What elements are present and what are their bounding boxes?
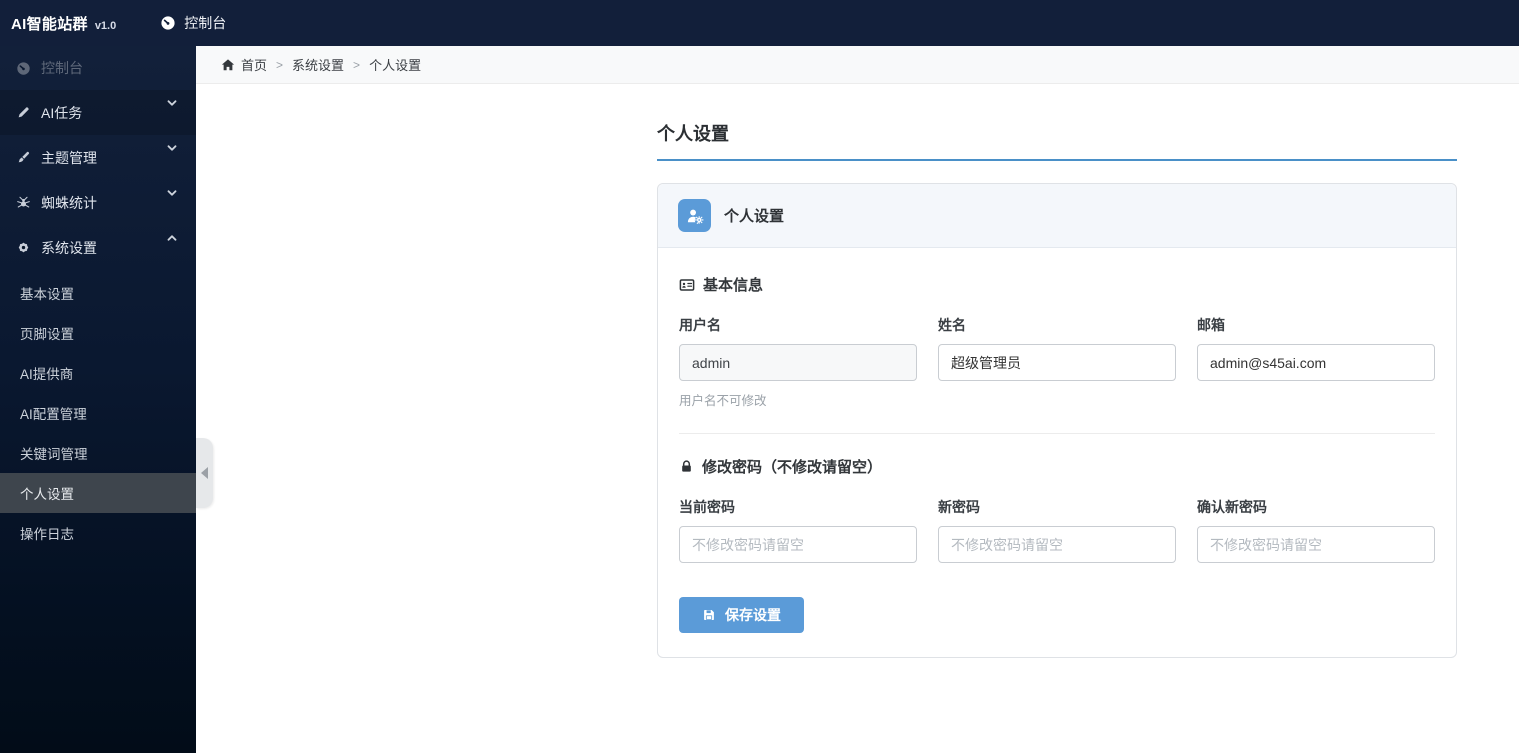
confirm-password-input[interactable] xyxy=(1197,526,1435,563)
username-field-group: 用户名 用户名不可修改 xyxy=(679,315,917,409)
password-section-title: 修改密码（不修改请留空） xyxy=(702,459,883,476)
tachometer-icon xyxy=(16,61,31,76)
sidebar-item-console[interactable]: 控制台 xyxy=(0,46,196,90)
chevron-left-icon xyxy=(201,467,208,479)
submenu-item-personal-settings[interactable]: 个人设置 xyxy=(0,473,196,513)
tachometer-icon xyxy=(160,15,176,31)
app-brand: AI智能站群 v1.0 xyxy=(11,13,116,34)
main-content: 首页 > 系统设置 > 个人设置 个人设置 个人设置 基本信息 用户名 admi… xyxy=(196,46,1519,753)
pen-icon xyxy=(16,105,31,120)
breadcrumb-home-link[interactable]: 首页 xyxy=(221,55,267,74)
current-password-label: 当前密码 xyxy=(679,499,735,515)
name-input[interactable] xyxy=(938,344,1176,381)
email-label: 邮箱 xyxy=(1197,317,1225,333)
sidebar-item-ai-tasks[interactable]: AI任务 xyxy=(0,90,196,135)
chevron-down-icon xyxy=(165,96,179,110)
submenu-item-label: 个人设置 xyxy=(20,487,74,502)
topnav-console[interactable]: 控制台 xyxy=(152,0,234,46)
submenu-item-label: AI配置管理 xyxy=(20,407,87,422)
sidebar-item-spider-stats[interactable]: 蜘蛛统计 xyxy=(0,180,196,225)
section-divider xyxy=(679,433,1435,434)
submenu-item-ai-providers[interactable]: AI提供商 xyxy=(0,353,196,393)
breadcrumb-separator: > xyxy=(276,57,284,72)
submenu-item-basic-settings[interactable]: 基本设置 xyxy=(0,273,196,313)
password-heading: 修改密码（不修改请留空） xyxy=(679,456,1435,477)
sidebar-item-label: 系统设置 xyxy=(41,239,97,256)
submenu-item-operation-log[interactable]: 操作日志 xyxy=(0,513,196,553)
new-password-input[interactable] xyxy=(938,526,1176,563)
home-icon xyxy=(221,58,235,72)
page-title: 个人设置 xyxy=(657,120,1457,161)
submenu-item-label: 关键词管理 xyxy=(20,447,88,462)
spider-icon xyxy=(16,195,31,210)
submenu-item-label: 操作日志 xyxy=(20,527,74,542)
topbar: AI智能站群 v1.0 控制台 xyxy=(0,0,1519,46)
name-label: 姓名 xyxy=(938,317,966,333)
breadcrumb-section-label: 系统设置 xyxy=(292,58,345,73)
system-settings-submenu: 基本设置 页脚设置 AI提供商 AI配置管理 关键词管理 个人设置 操作日志 xyxy=(0,270,196,553)
card-body: 基本信息 用户名 用户名不可修改 姓名 邮箱 xyxy=(658,248,1456,657)
topnav-console-label: 控制台 xyxy=(184,15,227,31)
user-cog-icon xyxy=(678,199,711,232)
name-field-group: 姓名 xyxy=(938,315,1176,409)
brush-icon xyxy=(16,150,31,165)
email-input[interactable] xyxy=(1197,344,1435,381)
save-settings-label: 保存设置 xyxy=(725,607,781,623)
username-help-text: 用户名不可修改 xyxy=(679,394,767,408)
chevron-up-icon xyxy=(165,231,179,245)
lock-icon xyxy=(679,459,694,474)
basic-info-heading: 基本信息 xyxy=(679,274,1435,295)
app-title: AI智能站群 xyxy=(11,15,88,33)
settings-page: 个人设置 个人设置 基本信息 用户名 admin 用户名不可修改 姓名 超级管理… xyxy=(657,84,1457,658)
sidebar-collapse-handle[interactable] xyxy=(196,438,213,508)
chevron-down-icon xyxy=(165,141,179,155)
breadcrumb-section-link[interactable]: 系统设置 xyxy=(292,55,344,74)
sidebar-item-label: 蜘蛛统计 xyxy=(41,194,97,211)
submenu-item-label: 页脚设置 xyxy=(20,327,74,342)
new-password-field-group: 新密码 xyxy=(938,497,1176,563)
gear-icon xyxy=(16,240,31,255)
breadcrumb: 首页 > 系统设置 > 个人设置 xyxy=(196,46,1519,84)
id-card-icon xyxy=(679,277,695,293)
basic-info-title: 基本信息 xyxy=(703,277,764,294)
breadcrumb-home-label: 首页 xyxy=(241,58,268,73)
save-settings-button[interactable]: 保存设置 xyxy=(679,597,804,633)
submenu-item-keyword-management[interactable]: 关键词管理 xyxy=(0,433,196,473)
save-icon xyxy=(702,608,716,622)
sidebar-item-label: AI任务 xyxy=(41,104,83,121)
confirm-password-field-group: 确认新密码 xyxy=(1197,497,1435,563)
chevron-down-icon xyxy=(165,186,179,200)
confirm-password-label: 确认新密码 xyxy=(1197,499,1267,515)
username-label: 用户名 xyxy=(679,317,721,333)
card-header-title: 个人设置 xyxy=(724,208,785,225)
basic-fields-row: 用户名 用户名不可修改 姓名 邮箱 xyxy=(679,315,1435,409)
new-password-label: 新密码 xyxy=(938,499,980,515)
card-header: 个人设置 xyxy=(658,184,1456,248)
sidebar-item-system-settings[interactable]: 系统设置 xyxy=(0,225,196,270)
email-field-group: 邮箱 xyxy=(1197,315,1435,409)
sidebar-item-theme-management[interactable]: 主题管理 xyxy=(0,135,196,180)
sidebar-item-label: 控制台 xyxy=(41,60,83,76)
sidebar-item-label: 主题管理 xyxy=(41,149,97,166)
sidebar: 控制台 AI任务 主题管理 蜘蛛统计 系统设置 基本设置 页脚设置 AI提供商 … xyxy=(0,46,196,753)
password-fields-row: 当前密码 新密码 确认新密码 xyxy=(679,497,1435,563)
submenu-item-footer-settings[interactable]: 页脚设置 xyxy=(0,313,196,353)
submenu-item-label: AI提供商 xyxy=(20,367,74,382)
submenu-item-ai-config[interactable]: AI配置管理 xyxy=(0,393,196,433)
submenu-item-label: 基本设置 xyxy=(20,287,74,302)
personal-settings-card: 个人设置 基本信息 用户名 admin 用户名不可修改 姓名 超级管理员 邮箱 … xyxy=(657,183,1457,658)
username-input xyxy=(679,344,917,381)
current-password-field-group: 当前密码 xyxy=(679,497,917,563)
app-version: v1.0 xyxy=(94,19,117,32)
breadcrumb-current: 个人设置 xyxy=(369,58,422,73)
breadcrumb-separator: > xyxy=(353,57,361,72)
current-password-input[interactable] xyxy=(679,526,917,563)
